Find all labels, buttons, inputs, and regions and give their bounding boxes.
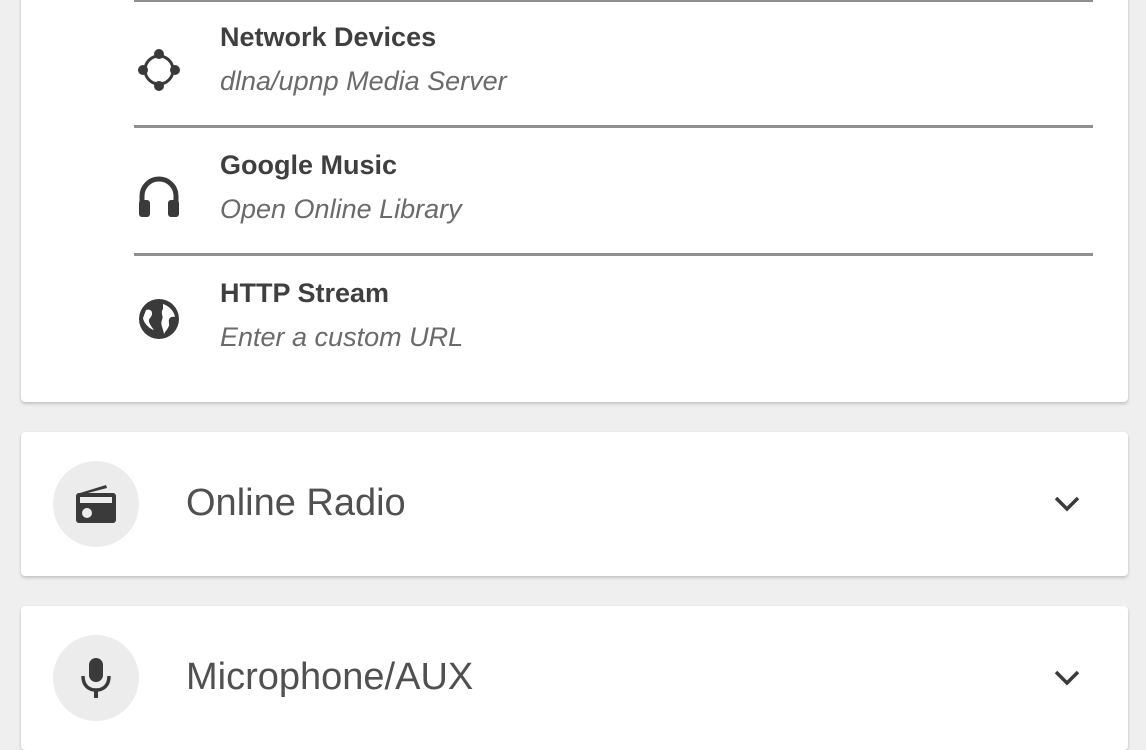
microphone-icon: [53, 635, 139, 721]
source-subtitle: Enter a custom URL: [220, 322, 464, 352]
source-item-http-stream[interactable]: HTTP Stream Enter a custom URL: [21, 256, 1128, 384]
radio-icon: [53, 461, 139, 547]
source-subtitle: Open Online Library: [220, 194, 462, 224]
source-title: Google Music: [220, 150, 398, 180]
source-title: Network Devices: [220, 22, 437, 52]
sources-card: Network Devices dlna/upnp Media Server G…: [21, 0, 1128, 402]
source-title: HTTP Stream: [220, 278, 390, 308]
chevron-down-icon[interactable]: [1049, 489, 1085, 519]
microphone-aux-label: Microphone/AUX: [186, 656, 474, 698]
online-radio-label: Online Radio: [186, 482, 406, 524]
source-subtitle: dlna/upnp Media Server: [220, 66, 507, 96]
network-devices-icon: [136, 47, 182, 93]
source-item-network-devices[interactable]: Network Devices dlna/upnp Media Server: [21, 2, 1128, 130]
headphones-icon: [136, 174, 182, 220]
online-radio-section[interactable]: Online Radio: [21, 432, 1128, 576]
microphone-aux-section[interactable]: Microphone/AUX: [21, 606, 1128, 750]
chevron-down-icon[interactable]: [1049, 663, 1085, 693]
globe-icon: [136, 296, 182, 342]
source-item-google-music[interactable]: Google Music Open Online Library: [21, 128, 1128, 256]
